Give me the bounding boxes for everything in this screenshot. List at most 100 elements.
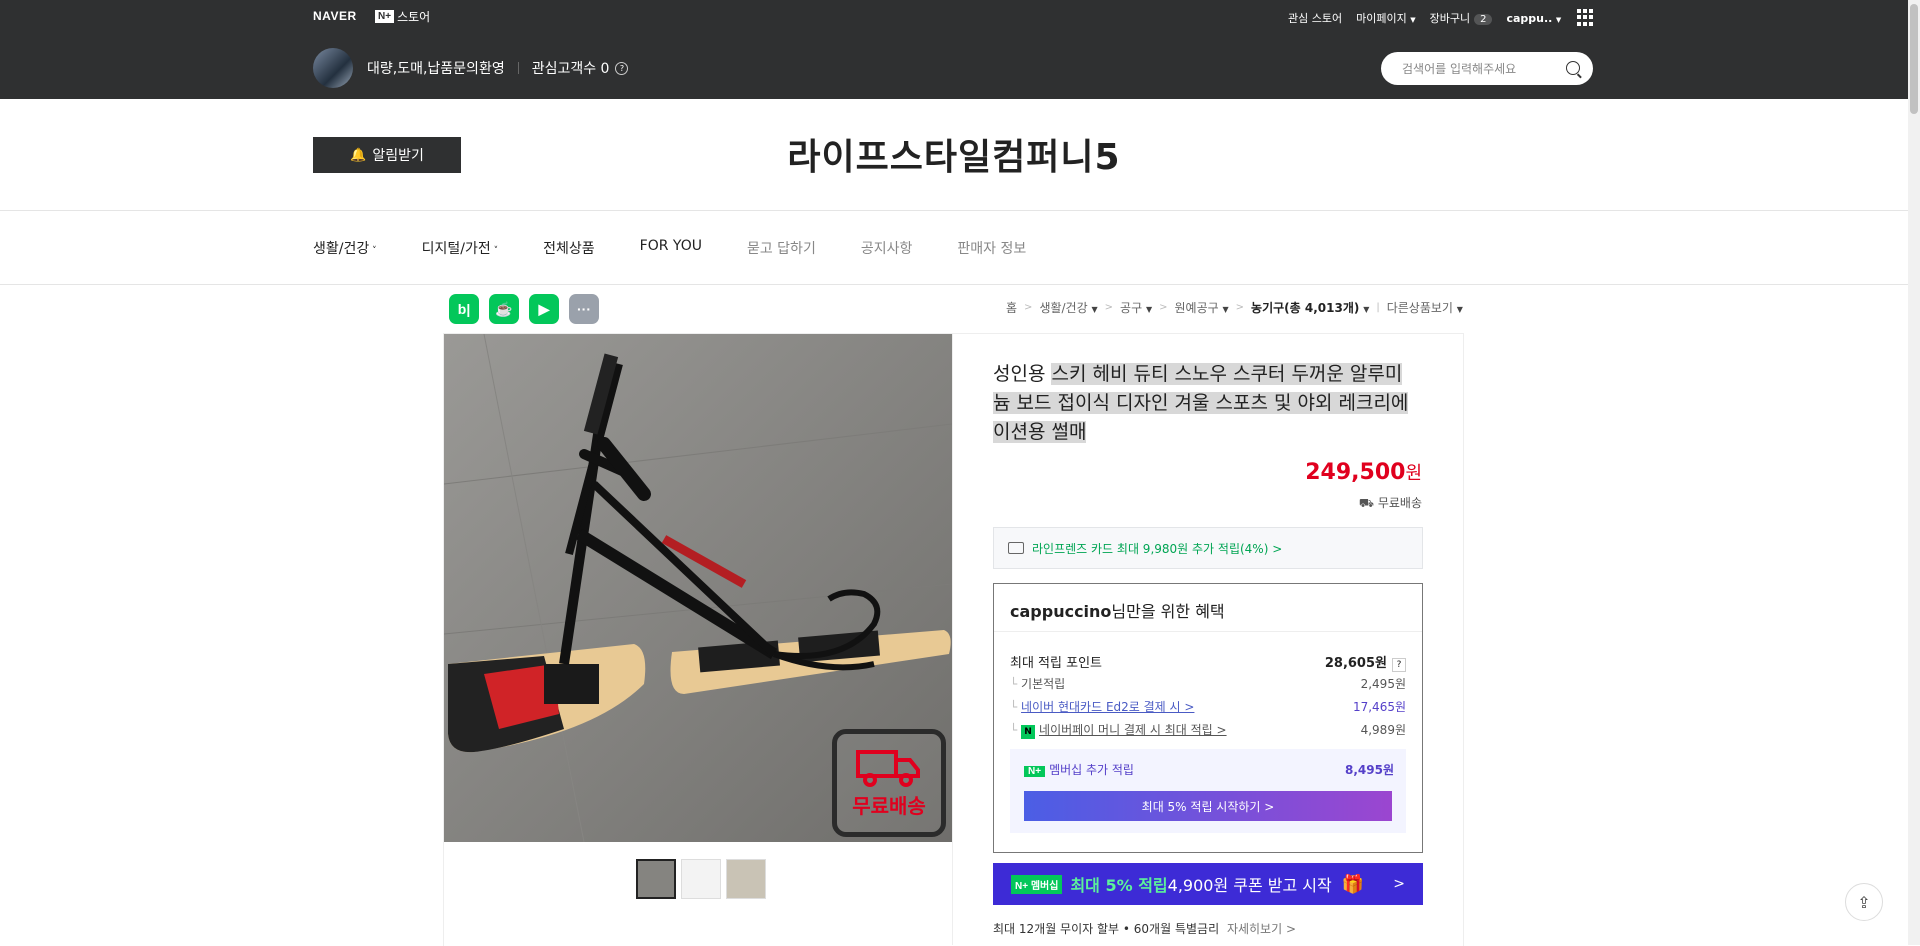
share-icon[interactable]: ⇪: [1845, 883, 1883, 921]
caret-down-icon: ▼: [1091, 305, 1098, 314]
banner-text: 4,900원 쿠폰 받고 시작: [1167, 876, 1332, 895]
share-icons: b| ☕ ▶ ···: [449, 294, 599, 324]
help-icon[interactable]: ?: [1392, 658, 1406, 672]
chevron-right-icon: >: [1024, 302, 1033, 313]
hyundai-card-link[interactable]: 네이버 현대카드 Ed2로 결제 시 >: [1021, 700, 1194, 714]
card-offer-text: 라인프렌즈 카드 최대 9,980원 추가 적립(4%) >: [1032, 541, 1283, 556]
divider: [0, 284, 1908, 285]
search-icon[interactable]: [1566, 61, 1580, 75]
membership-pill: N+ 멤버십: [1011, 874, 1063, 894]
caret-down-icon: ▼: [1145, 305, 1153, 314]
divider: [952, 334, 953, 945]
card-offer-bar[interactable]: 라인프렌즈 카드 최대 9,980원 추가 적립(4%) >: [993, 527, 1423, 569]
npay-icon: N: [1021, 725, 1036, 739]
thumbnail[interactable]: [636, 859, 676, 899]
user-links: 관심 스토어 마이페이지 ▼ 장바구니 2 cappu.. ▼: [1288, 10, 1561, 26]
breadcrumb-tools[interactable]: 공구 ▼: [1120, 299, 1152, 316]
chevron-down-icon: ▼: [1410, 16, 1416, 24]
membership-row: N+ 멤버십 추가 적립 8,495원: [1024, 761, 1394, 778]
blog-share-icon[interactable]: b|: [449, 294, 479, 324]
chevron-down-icon: ˅: [490, 246, 499, 256]
membership-start-button[interactable]: 최대 5% 적립 시작하기 >: [1024, 791, 1392, 821]
nstore-logo[interactable]: N+ 스토어: [375, 8, 430, 25]
details-link[interactable]: 자세히보기 >: [1227, 922, 1296, 936]
more-share-icon[interactable]: ···: [569, 294, 599, 324]
delivery-truck-icon: [856, 749, 920, 787]
max-points-row: 최대 적립 포인트 28,605원?: [1010, 652, 1406, 672]
points-row: └ 기본적립 2,495원: [1010, 675, 1406, 692]
store-avatar[interactable]: [313, 48, 353, 88]
max-points-value: 28,605원: [1324, 656, 1387, 671]
tree-branch-icon: └: [1010, 677, 1022, 691]
nav-item-qna[interactable]: 묻고 답하기: [747, 238, 816, 258]
bookmark-share-icon[interactable]: ▶: [529, 294, 559, 324]
nplus-badge: N+: [375, 10, 395, 23]
membership-box: N+ 멤버십 추가 적립 8,495원 최대 5% 적립 시작하기 >: [1010, 749, 1406, 833]
store-tagline: 대량,도매,납품문의환영: [367, 61, 505, 77]
cafe-share-icon[interactable]: ☕: [489, 294, 519, 324]
other-products-link[interactable]: 다른상품보기 ▼: [1387, 299, 1463, 316]
banner-highlight: 최대 5% 적립: [1070, 876, 1168, 895]
breadcrumb-label: 공구: [1120, 301, 1143, 315]
breadcrumb-label: 농기구(총 4,013개): [1251, 301, 1360, 315]
membership-coupon-banner[interactable]: N+ 멤버십 최대 5% 적립 4,900원 쿠폰 받고 시작 🎁 >: [993, 863, 1423, 905]
caret-down-icon: ▼: [1456, 305, 1463, 314]
chevron-right-icon: >: [1393, 876, 1405, 892]
max-points-label: 최대 적립 포인트: [1010, 656, 1102, 671]
nav-item-all[interactable]: 전체상품: [543, 238, 595, 258]
divider: [517, 62, 519, 74]
cart-link[interactable]: 장바구니 2: [1430, 10, 1493, 26]
shipping-info: ⛟ 무료배송: [993, 494, 1422, 512]
mypage-link[interactable]: 마이페이지 ▼: [1356, 10, 1416, 26]
breadcrumb-home[interactable]: 홈: [1006, 299, 1017, 316]
npay-money-link[interactable]: 네이버페이 머니 결제 시 최대 적립 >: [1039, 723, 1227, 737]
breadcrumb: 홈 > 생활/건강 ▼ > 공구 ▼ > 원예공구 ▼ > 농기구(총 4,01…: [1006, 299, 1463, 316]
breadcrumb-garden[interactable]: 원예공구 ▼: [1175, 299, 1229, 316]
nav-item-living[interactable]: 생활/건강 ˅: [313, 238, 377, 258]
basic-points-value: 2,495원: [1360, 677, 1406, 691]
nstore-label: 스토어: [397, 10, 431, 24]
breadcrumb-label: 다른상품보기: [1386, 301, 1453, 315]
nav-item-seller[interactable]: 판매자 정보: [957, 238, 1026, 258]
breadcrumb-farm[interactable]: 농기구(총 4,013개) ▼: [1251, 299, 1369, 316]
thumbnail[interactable]: [681, 859, 721, 899]
chevron-down-icon: ˅: [369, 246, 377, 256]
search-input[interactable]: [1400, 59, 1554, 79]
favorite-stores-link[interactable]: 관심 스토어: [1288, 10, 1342, 26]
search-box: [1381, 52, 1593, 85]
nav-label: 생활/건강: [313, 241, 370, 257]
apps-grid-icon[interactable]: [1577, 9, 1594, 26]
npay-money-value: 4,989원: [1360, 723, 1406, 737]
store-info: 대량,도매,납품문의환영 관심고객수 0 ?: [313, 48, 629, 88]
tree-branch-icon: └: [1010, 723, 1022, 737]
store-title[interactable]: 라이프스타일컴퍼니5: [0, 128, 1908, 180]
scrollbar-thumb[interactable]: [1910, 4, 1918, 114]
scrollbar[interactable]: [1908, 0, 1920, 945]
free-shipping-badge: 무료배송: [832, 729, 946, 837]
product-image[interactable]: 무료배송: [444, 334, 952, 842]
followers-count: 관심고객수 0: [531, 61, 610, 77]
naver-logo[interactable]: NAVER: [313, 9, 357, 23]
thumbnail[interactable]: [726, 859, 766, 899]
product-title: 성인용 스키 헤비 듀티 스노우 스쿠터 두꺼운 알루미늄 보드 접이식 디자인…: [993, 360, 1417, 447]
chevron-down-icon: ▼: [1555, 15, 1562, 24]
hyundai-card-value: 17,465원: [1352, 700, 1406, 714]
breadcrumb-label: 원예공구: [1174, 301, 1219, 315]
nav-item-foryou[interactable]: FOR YOU: [640, 238, 702, 258]
nav-item-notice[interactable]: 공지사항: [861, 238, 913, 258]
benefit-box: cappuccino님만을 위한 혜택 최대 적립 포인트 28,605원? └…: [993, 583, 1423, 853]
title-highlighted: 스키 헤비 듀티 스노우 스쿠터 두꺼운 알루미늄 보드 접이식 디자인 겨울 …: [993, 363, 1409, 443]
membership-value: 8,495원: [1345, 763, 1394, 777]
breadcrumb-living[interactable]: 생활/건강 ▼: [1039, 299, 1097, 316]
free-shipping-badge-text: 무료배송: [852, 793, 926, 818]
help-icon[interactable]: ?: [615, 61, 629, 75]
points-label: └ 기본적립: [1010, 675, 1065, 692]
nav-item-digital[interactable]: 디지털/가전 ˅: [422, 238, 499, 258]
account-menu[interactable]: cappu.. ▼: [1506, 12, 1561, 25]
benefit-user: cappuccino: [1010, 602, 1112, 621]
chevron-right-icon: >: [1235, 302, 1245, 313]
points-row: └ N 네이버페이 머니 결제 시 최대 적립 > 4,989원: [1010, 721, 1406, 739]
mypage-label: 마이페이지: [1356, 12, 1407, 25]
cart-count-badge: 2: [1474, 14, 1493, 25]
top-bar: NAVER N+ 스토어 관심 스토어 마이페이지 ▼ 장바구니 2 cappu.…: [0, 0, 1908, 99]
